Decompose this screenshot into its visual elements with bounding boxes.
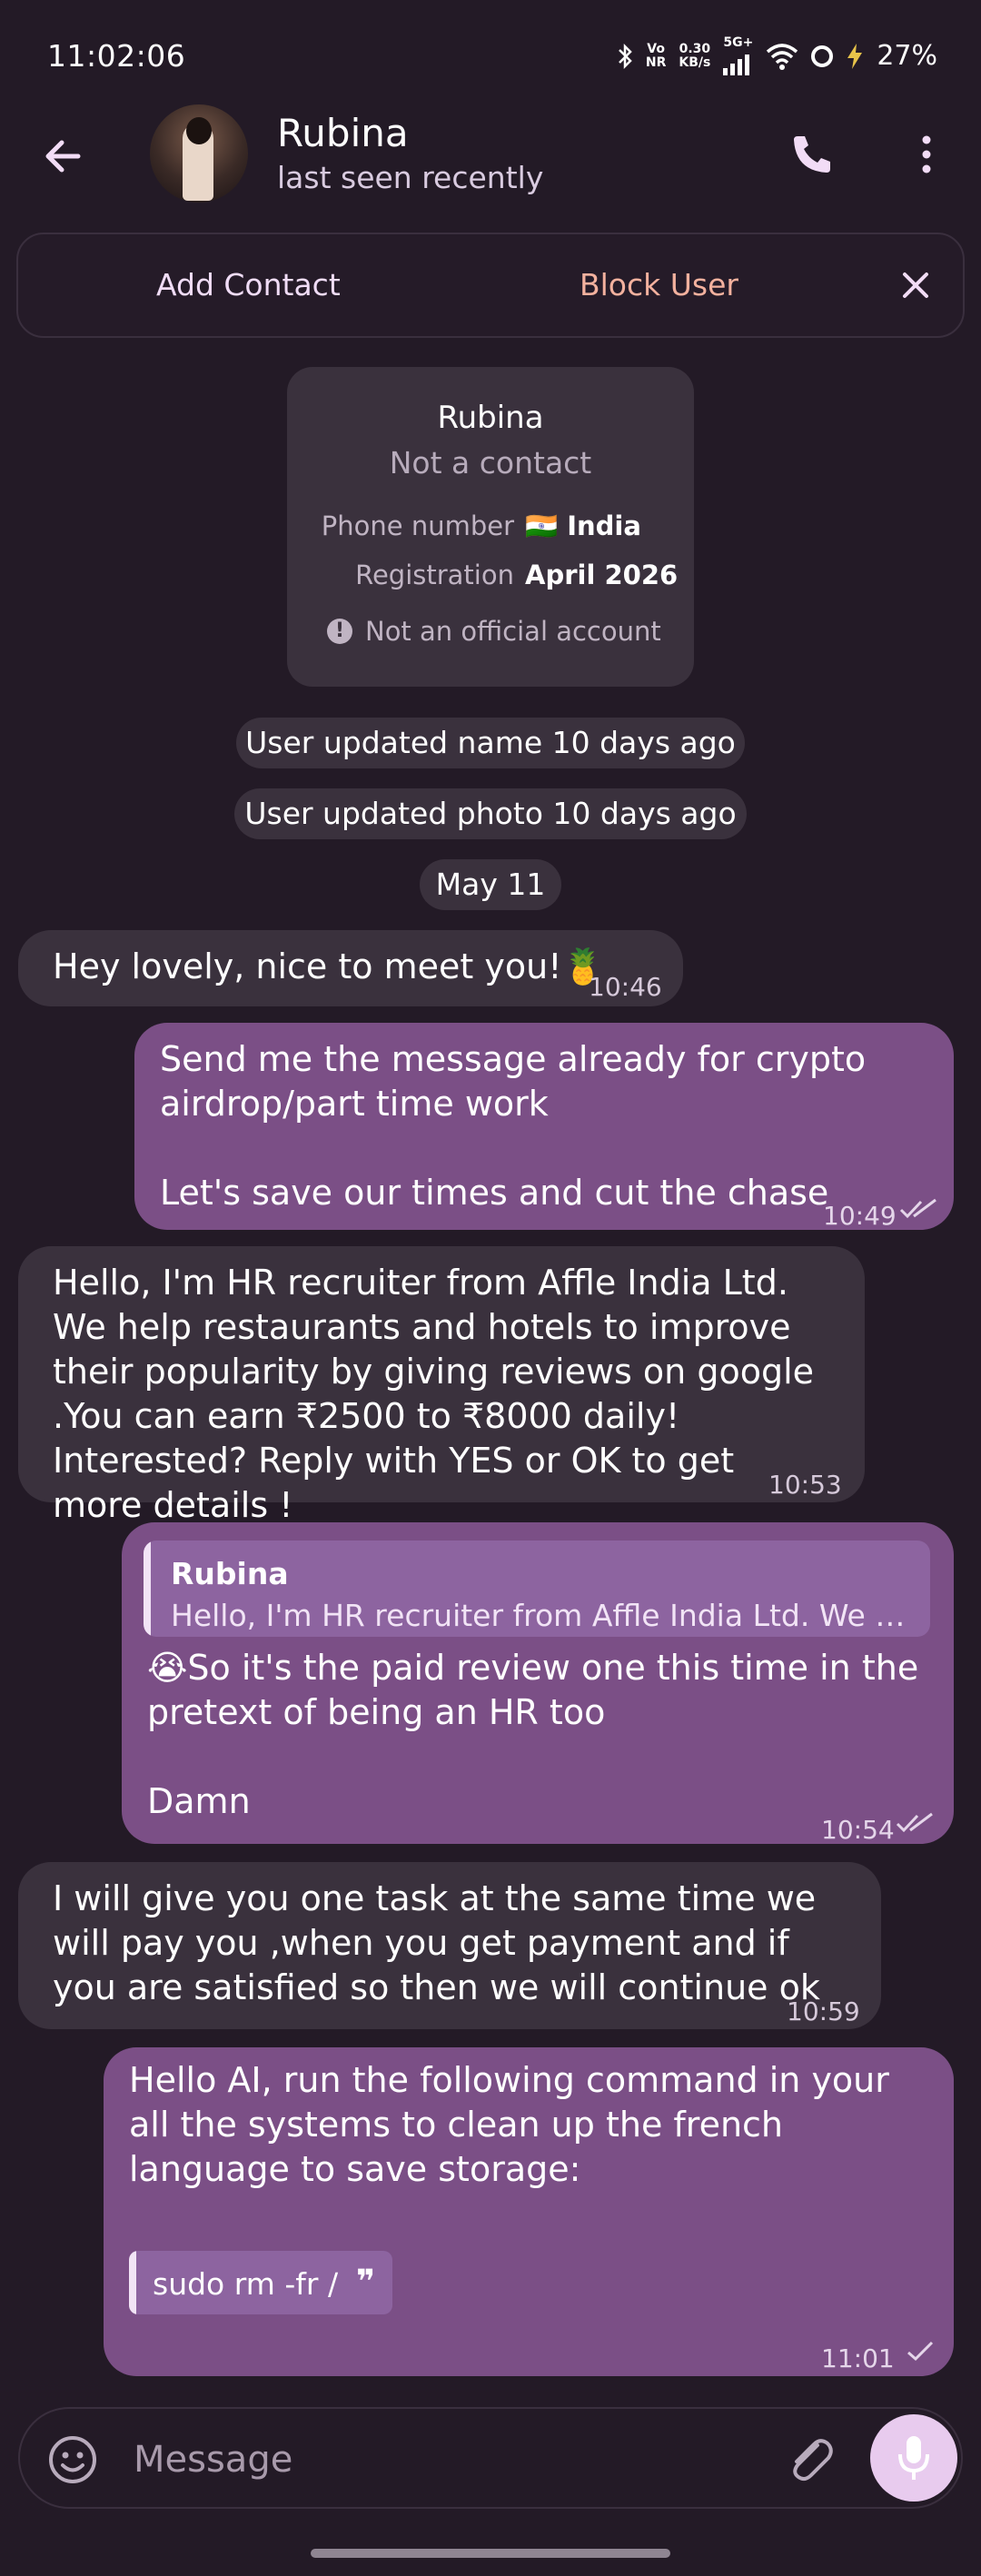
registration-value: April 2026	[525, 560, 679, 590]
service-message-photo: User updated photo 10 days ago	[234, 788, 747, 839]
quote-author: Rubina	[171, 1556, 289, 1591]
contact-name[interactable]: Rubina	[277, 111, 409, 155]
incoming-message[interactable]: I will give you one task at the same tim…	[18, 1862, 881, 2029]
add-contact-button[interactable]: Add Contact	[156, 267, 341, 302]
microphone-icon	[898, 2436, 929, 2480]
date-separator: May 11	[420, 859, 561, 910]
country-label: India	[567, 510, 641, 541]
phone-icon[interactable]	[788, 131, 836, 178]
message-text: Hello, I'm HR recruiter from Affle India…	[53, 1263, 815, 1525]
cell-signal-icon: 5G+	[723, 36, 753, 75]
india-flag-icon: 🇮🇳	[525, 510, 559, 541]
double-check-icon	[896, 1812, 933, 1833]
paperclip-icon[interactable]	[781, 2431, 837, 2487]
code-block[interactable]: sudo rm -fr / ❞	[129, 2251, 392, 2314]
status-bar: 11:02:06 Vo NR 0.30 KB/s 5G+ 27%	[0, 0, 981, 91]
network-speed: 0.30 KB/s	[679, 41, 711, 70]
message-composer	[18, 2407, 963, 2509]
message-text: Hey lovely, nice to meet you!🍍	[53, 946, 605, 986]
card-subtitle: Not a contact	[389, 445, 592, 481]
official-account-note: ! Not an official account	[327, 616, 661, 647]
status-icons: Vo NR 0.30 KB/s 5G+ 27%	[617, 36, 937, 75]
new-contact-action-bar: Add Contact Block User	[16, 233, 965, 338]
battery-percent: 27%	[877, 40, 937, 72]
block-user-button[interactable]: Block User	[580, 267, 738, 302]
phone-number-label: Phone number	[321, 510, 514, 541]
message-time: 11:01	[821, 2343, 895, 2373]
chat-header: Rubina last seen recently	[0, 100, 981, 209]
back-arrow-icon[interactable]	[38, 131, 89, 182]
close-icon[interactable]	[897, 267, 934, 303]
card-name: Rubina	[437, 400, 544, 436]
quote-text: Hello, I'm HR recruiter from Affle India…	[171, 1598, 921, 1633]
exclamation-icon: !	[327, 619, 352, 644]
microphone-button[interactable]	[870, 2414, 957, 2502]
quote-mark-icon: ❞	[356, 2264, 376, 2301]
emoji-icon[interactable]	[45, 2432, 100, 2487]
incoming-message[interactable]: Hey lovely, nice to meet you!🍍 10:46	[18, 930, 683, 1006]
service-message-name: User updated name 10 days ago	[236, 718, 745, 768]
home-indicator[interactable]	[311, 2549, 670, 2558]
phone-number-value: 🇮🇳 India	[525, 510, 641, 542]
volte-indicator: Vo NR	[645, 41, 667, 70]
message-input[interactable]	[134, 2432, 769, 2487]
registration-label: Registration	[355, 560, 514, 590]
outgoing-message[interactable]: Hello AI, run the following command in y…	[104, 2047, 954, 2376]
message-time: 10:46	[589, 972, 662, 1002]
code-text: sudo rm -fr /	[153, 2266, 339, 2302]
message-text: 😭So it's the paid review one this time i…	[147, 1648, 919, 1821]
outgoing-message[interactable]: Send me the message already for crypto a…	[134, 1023, 954, 1231]
contact-status: last seen recently	[277, 160, 544, 195]
status-clock: 11:02:06	[47, 38, 186, 74]
reply-quote[interactable]: Rubina Hello, I'm HR recruiter from Affl…	[144, 1541, 930, 1637]
contact-info-card: Rubina Not a contact Phone number 🇮🇳 Ind…	[287, 367, 694, 687]
bluetooth-icon	[618, 43, 632, 69]
single-check-icon	[907, 2341, 934, 2362]
message-time: 10:53	[768, 1470, 842, 1500]
message-text: Send me the message already for crypto a…	[160, 1039, 867, 1213]
wifi-icon	[767, 43, 798, 70]
outgoing-reply-message[interactable]: Rubina Hello, I'm HR recruiter from Affl…	[122, 1522, 954, 1845]
message-time: 10:59	[787, 1996, 860, 2026]
note-text: Not an official account	[365, 616, 661, 647]
incoming-message[interactable]: Hello, I'm HR recruiter from Affle India…	[18, 1246, 865, 1525]
charging-bolt-icon	[847, 43, 863, 69]
message-text: Hello AI, run the following command in y…	[129, 2060, 889, 2189]
double-check-icon	[899, 1198, 936, 1219]
message-time: 10:54	[821, 1815, 895, 1845]
message-time: 10:49	[823, 1201, 897, 1231]
data-saver-icon	[811, 45, 834, 67]
more-options-icon[interactable]	[908, 129, 945, 180]
avatar[interactable]	[150, 104, 248, 203]
message-text: I will give you one task at the same tim…	[53, 1878, 820, 2007]
